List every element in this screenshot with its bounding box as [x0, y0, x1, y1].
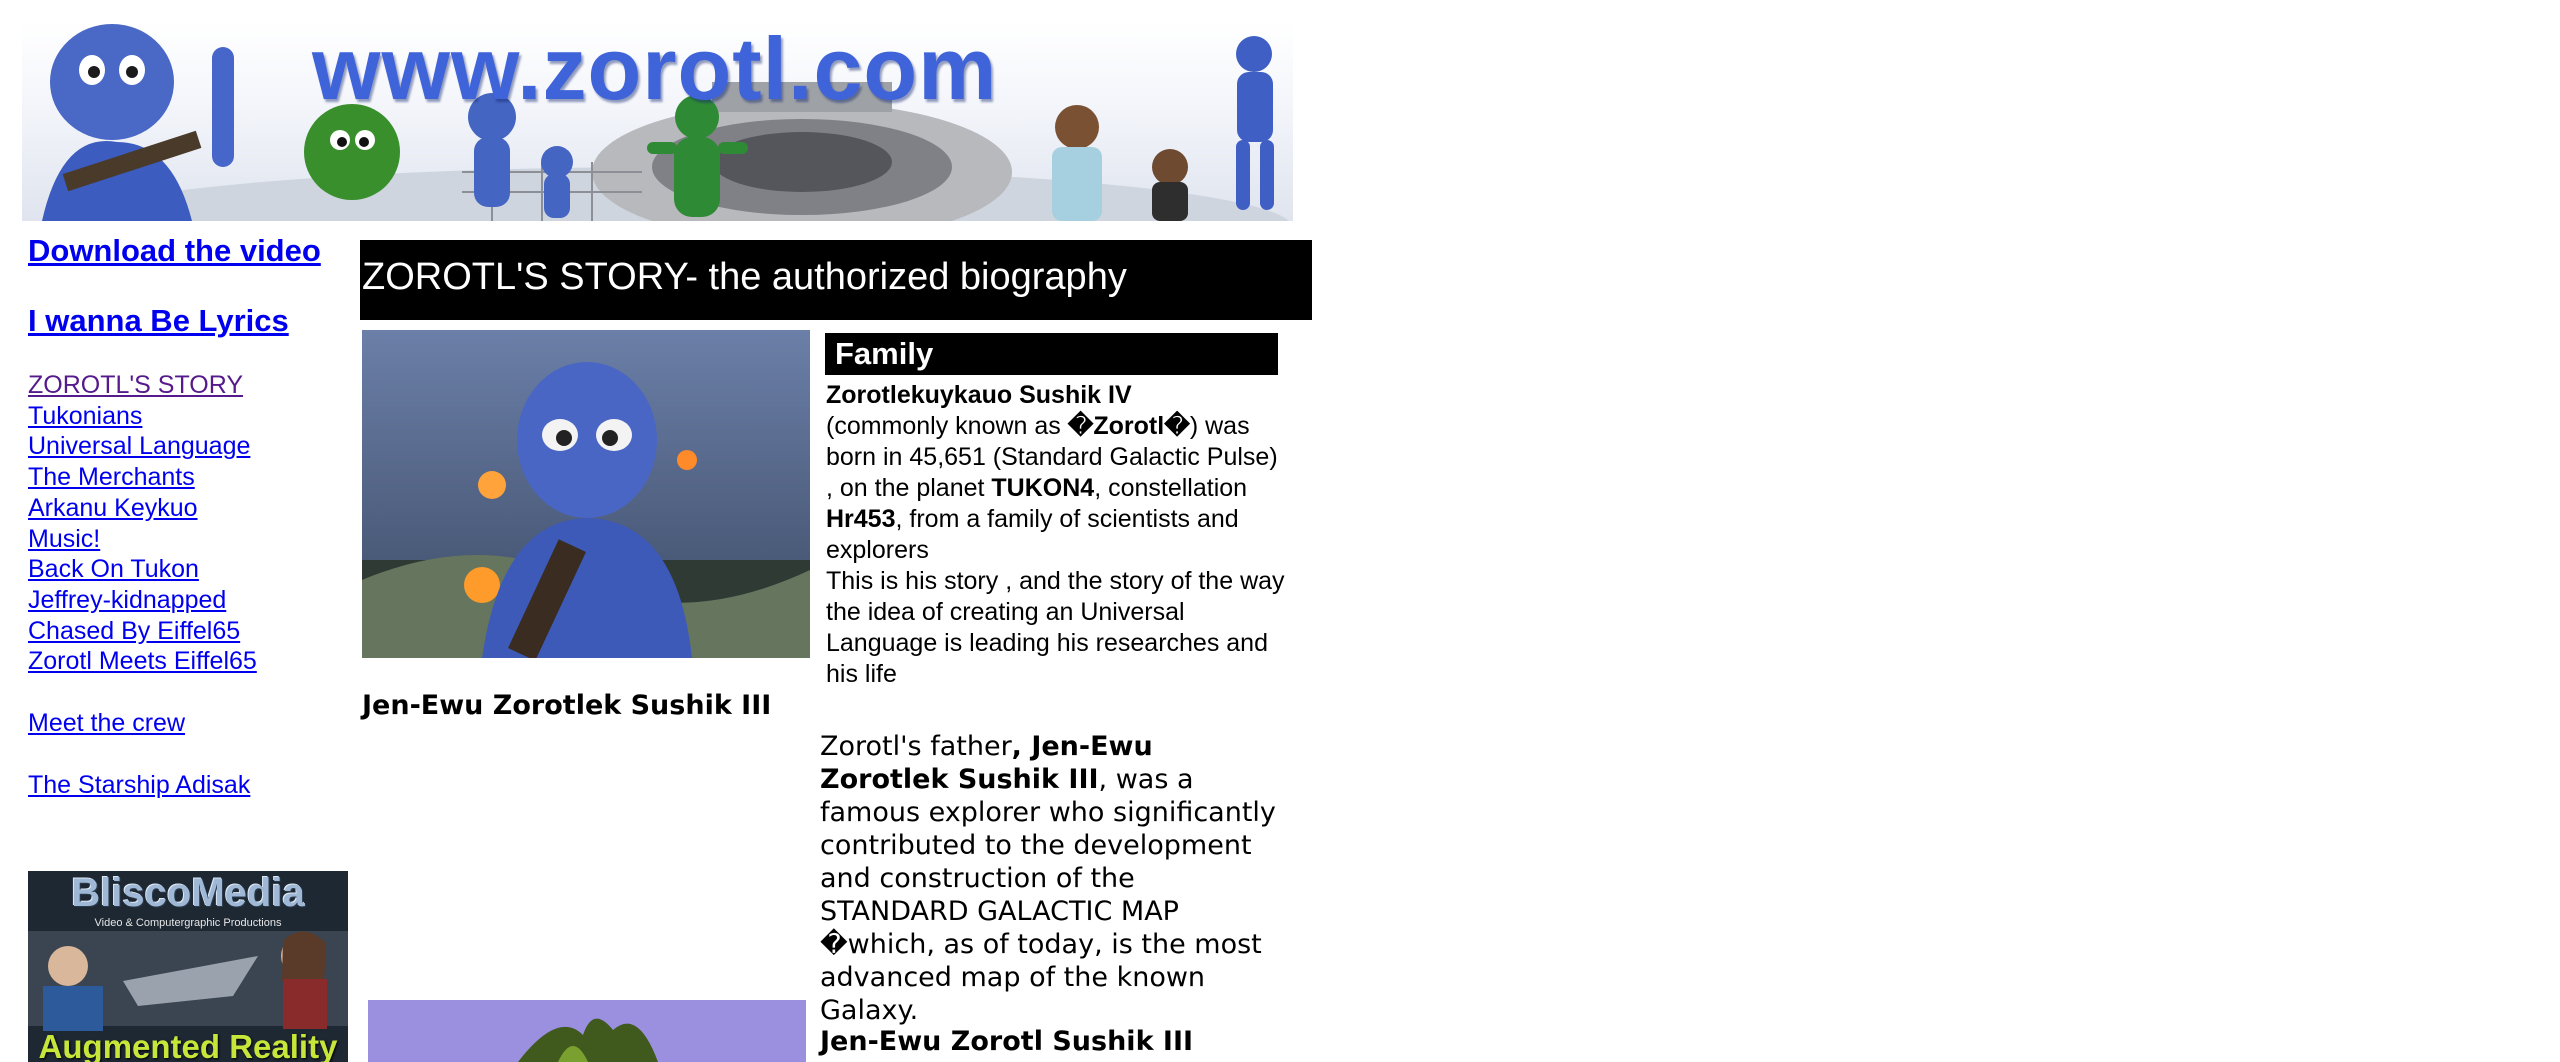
- starship-adisak-link[interactable]: The Starship Adisak: [28, 770, 358, 800]
- page-title: ZOROTL'S STORY- the authorized biography: [362, 256, 1127, 298]
- nav-link-chased-by-eiffel65[interactable]: Chased By Eiffel65: [28, 616, 358, 647]
- meet-the-crew-link[interactable]: Meet the crew: [28, 708, 358, 738]
- blissco-media-ad-banner[interactable]: BliscoMedia Video & Computergraphic Prod…: [28, 871, 348, 1062]
- nav-link-arkanu-keykuo[interactable]: Arkanu Keykuo: [28, 493, 358, 524]
- family-text-part: , constellation: [1094, 474, 1248, 502]
- family-heading-box: Family: [825, 333, 1278, 375]
- father-text-part: , was a famous explorer who significantl…: [820, 764, 1276, 1026]
- download-video-link[interactable]: Download the video: [28, 232, 358, 270]
- second-caption: Jen-Ewu Zorotl Sushik III: [820, 1026, 1194, 1057]
- family-description: Zorotlekuykauo Sushik IV (commonly known…: [826, 380, 1288, 690]
- ad-footer-text: Augmented Reality: [38, 1028, 338, 1062]
- lyrics-link[interactable]: I wanna Be Lyrics: [28, 302, 358, 340]
- known-as-name: �Zorotl�: [1067, 412, 1190, 440]
- nav-link-zorotl-meets-eiffel65[interactable]: Zorotl Meets Eiffel65: [28, 646, 358, 677]
- blue-alien-right: [1236, 36, 1274, 210]
- family-story-paragraph: This is his story , and the story of the…: [826, 567, 1285, 688]
- nav-link-back-on-tukon[interactable]: Back On Tukon: [28, 554, 358, 585]
- left-navigation: Download the video I wanna Be Lyrics ZOR…: [28, 232, 358, 800]
- header-banner: www.zorotl.com: [22, 22, 1293, 221]
- nav-link-zorotls-story[interactable]: ZOROTL'S STORY: [28, 370, 358, 401]
- nav-link-tukonians[interactable]: Tukonians: [28, 401, 358, 432]
- nav-link-universal-language[interactable]: Universal Language: [28, 431, 358, 462]
- father-text-part: Zorotl's father: [820, 731, 1012, 762]
- story-link-list: ZOROTL'S STORY Tukonians Universal Langu…: [28, 370, 358, 677]
- ad-subtitle: Video & Computergraphic Productions: [94, 917, 282, 929]
- site-url-logo: www.zorotl.com: [312, 22, 998, 118]
- constellation-name: Hr453: [826, 505, 896, 533]
- zorotl-portrait-image: [362, 330, 810, 658]
- family-heading: Family: [835, 336, 934, 371]
- father-caption: Jen-Ewu Zorotlek Sushik III: [362, 690, 772, 721]
- nav-link-music[interactable]: Music!: [28, 524, 358, 555]
- father-description: Zorotl's father, Jen-Ewu Zorotlek Sushik…: [820, 730, 1290, 1027]
- nav-link-jeffrey-kidnapped[interactable]: Jeffrey-kidnapped: [28, 585, 358, 616]
- planet-name: TUKON4: [991, 474, 1095, 502]
- second-story-image: [368, 1000, 806, 1062]
- ad-title: BliscoMedia: [71, 871, 305, 915]
- nav-link-the-merchants[interactable]: The Merchants: [28, 462, 358, 493]
- full-name: Zorotlekuykauo Sushik IV: [826, 381, 1132, 409]
- page-title-bar: ZOROTL'S STORY- the authorized biography: [360, 240, 1312, 320]
- family-text-part: (commonly known as: [826, 412, 1068, 440]
